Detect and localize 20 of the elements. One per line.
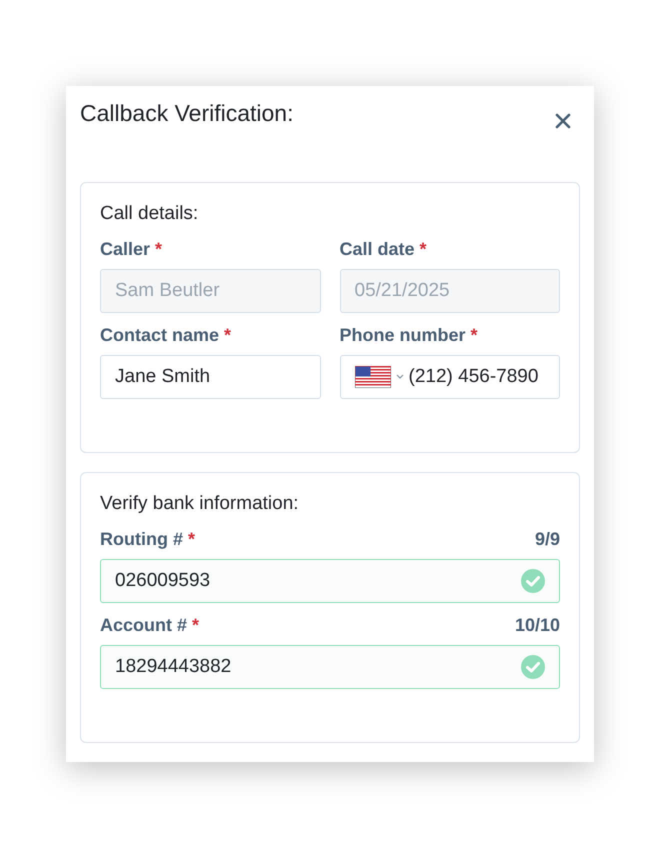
check-circle-icon bbox=[521, 655, 545, 680]
close-icon bbox=[555, 113, 571, 129]
caret-icon bbox=[394, 373, 404, 382]
input-field[interactable]: Jane Smith bbox=[100, 355, 320, 400]
check-circle-icon bbox=[521, 569, 545, 594]
field-label: Routing # * bbox=[100, 529, 196, 550]
field-label: Contact name * bbox=[100, 325, 232, 346]
field-label: Caller * bbox=[100, 239, 162, 260]
input-field[interactable]: 026009593 bbox=[100, 559, 560, 604]
section-title: Verify bank information: bbox=[100, 493, 299, 516]
dialog-title: Callback Verification: bbox=[80, 100, 294, 127]
flag-icon bbox=[354, 366, 390, 388]
character-counter: 10/10 bbox=[514, 615, 560, 636]
field-label: Phone number * bbox=[340, 325, 478, 346]
character-counter: 9/9 bbox=[534, 529, 560, 550]
section-title: Call details: bbox=[100, 203, 198, 226]
input-field[interactable]: 18294443882 bbox=[100, 645, 560, 690]
field-label: Account # * bbox=[100, 615, 200, 636]
field-label: Call date * bbox=[340, 239, 427, 260]
phone-input-field[interactable]: (212) 456-7890 bbox=[340, 355, 560, 400]
